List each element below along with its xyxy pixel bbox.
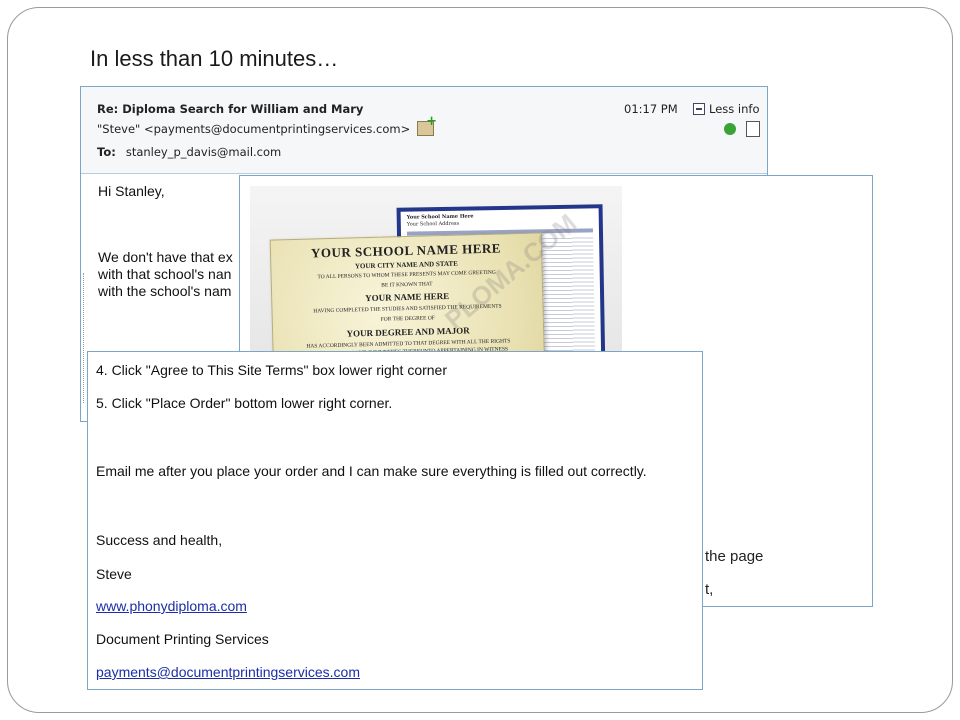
bug-icon[interactable] <box>724 123 736 135</box>
step-4-text: 4. Click "Agree to This Site Terms" box … <box>96 362 447 378</box>
step-5-text: 5. Click "Place Order" bottom lower righ… <box>96 395 393 411</box>
diploma-sample-image: Your School Name Here Your School Addres… <box>250 186 622 362</box>
email-to: To: stanley_p_davis@mail.com <box>97 145 281 159</box>
collapse-icon[interactable] <box>693 103 705 115</box>
email-from: "Steve" <payments@documentprintingservic… <box>97 122 411 136</box>
email-greeting: Hi Stanley, <box>98 183 165 199</box>
diploma-text-fragment: the page <box>705 548 764 565</box>
company-name: Document Printing Services <box>96 631 269 647</box>
diploma-certificate: YOUR SCHOOL NAME HERE YOUR CITY NAME AND… <box>269 232 547 362</box>
slide-title: In less than 10 minutes… <box>90 46 339 71</box>
signoff-text: Success and health, <box>96 532 223 548</box>
diploma-text-fragment: t, <box>705 581 714 598</box>
less-info-link[interactable]: Less info <box>709 102 760 116</box>
message-info-icon[interactable] <box>746 121 760 137</box>
add-contact-icon[interactable] <box>417 114 437 136</box>
signature-name: Steve <box>96 566 132 582</box>
to-address: stanley_p_davis@mail.com <box>125 145 282 159</box>
email-header: Re: Diploma Search for William and Mary … <box>81 87 767 174</box>
website-link[interactable]: www.phonydiploma.com <box>96 598 247 614</box>
email-time: 01:17 PM <box>624 102 678 116</box>
email-me-text: Email me after you place your order and … <box>96 463 647 479</box>
instructions-screenshot: 4. Click "Agree to This Site Terms" box … <box>87 351 703 690</box>
email-subject: Re: Diploma Search for William and Mary <box>97 102 364 116</box>
to-label: To: <box>97 145 116 159</box>
email-divider <box>83 273 85 403</box>
email-link[interactable]: payments@documentprintingservices.com <box>96 664 360 680</box>
